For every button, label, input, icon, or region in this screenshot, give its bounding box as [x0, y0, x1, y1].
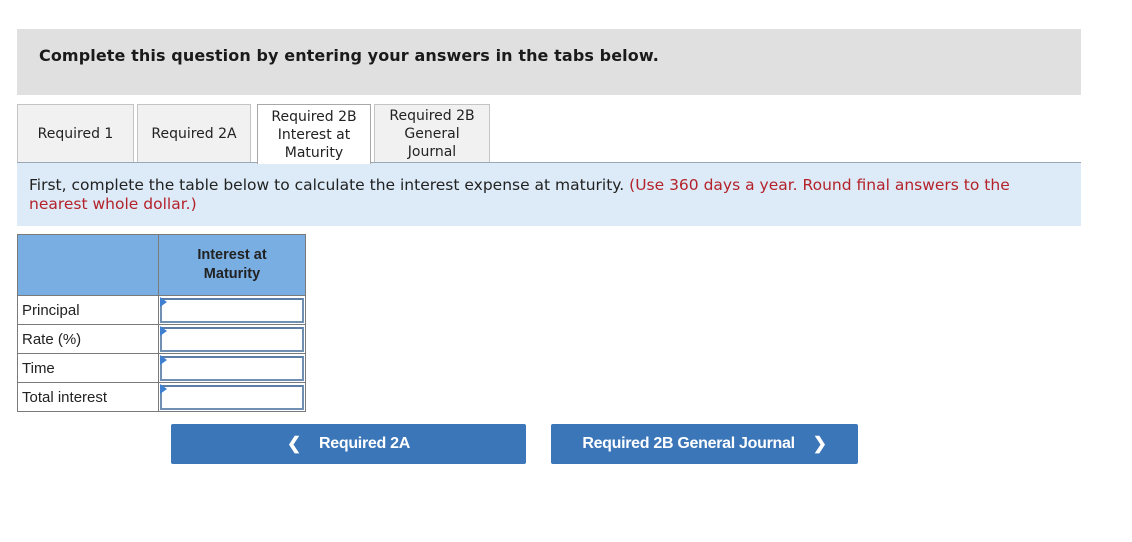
input-marker-icon — [160, 297, 167, 307]
tab-label-line: Maturity — [284, 144, 344, 161]
total-interest-input[interactable] — [160, 384, 304, 410]
chevron-right-icon: ❯ — [812, 434, 827, 453]
prev-required-2a-button[interactable]: ❮ Required 2A — [171, 424, 526, 464]
input-marker-icon — [160, 355, 167, 365]
instructions-text: Complete this question by entering your … — [39, 46, 659, 65]
table-row: Rate (%) — [17, 324, 306, 354]
row-label-rate: Rate (%) — [17, 324, 159, 354]
next-button-label: Required 2B General Journal — [582, 435, 795, 452]
tab-required-2b-general-journal[interactable]: Required 2B General Journal — [374, 104, 490, 163]
time-input[interactable] — [160, 355, 304, 381]
interest-table: Interest at Maturity Principal Rate (%) … — [17, 234, 306, 412]
header-blank-cell — [17, 234, 159, 296]
rate-input[interactable] — [160, 326, 304, 352]
chevron-left-icon: ❮ — [287, 434, 301, 453]
table-header-row: Interest at Maturity — [17, 234, 306, 296]
tab-label-line: Interest at — [277, 126, 351, 143]
cell-total-interest — [158, 382, 306, 412]
prev-button-label: Required 2A — [319, 435, 410, 452]
header-line: Interest at — [197, 247, 267, 263]
instructions-banner: Complete this question by entering your … — [17, 29, 1081, 95]
table-row: Total interest — [17, 382, 306, 412]
input-marker-icon — [160, 326, 167, 336]
tab-required-2a[interactable]: Required 2A — [137, 104, 251, 163]
cell-rate — [158, 324, 306, 354]
tab-label: Required 2A — [151, 126, 237, 142]
input-marker-icon — [160, 384, 167, 394]
tab-label: Required 1 — [37, 126, 114, 142]
tab-label-line: Journal — [407, 144, 457, 160]
question-prompt: First, complete the table below to calcu… — [17, 163, 1081, 226]
principal-input[interactable] — [160, 297, 304, 323]
tab-required-2b-interest-at-maturity[interactable]: Required 2B Interest at Maturity — [257, 104, 371, 164]
question-text: First, complete the table below to calcu… — [29, 176, 625, 194]
header-interest-at-maturity: Interest at Maturity — [158, 234, 306, 296]
cell-principal — [158, 295, 306, 325]
row-label-principal: Principal — [17, 295, 159, 325]
tab-label-line: Required 2B — [389, 108, 475, 124]
tab-label-line: General — [404, 126, 460, 142]
table-row: Time — [17, 353, 306, 383]
tab-required-1[interactable]: Required 1 — [17, 104, 134, 163]
cell-time — [158, 353, 306, 383]
tab-label-line: Required 2B — [271, 108, 357, 125]
next-required-2b-general-journal-button[interactable]: Required 2B General Journal ❯ — [551, 424, 858, 464]
row-label-total-interest: Total interest — [17, 382, 159, 412]
header-line: Maturity — [203, 266, 261, 282]
table-row: Principal — [17, 295, 306, 325]
row-label-time: Time — [17, 353, 159, 383]
